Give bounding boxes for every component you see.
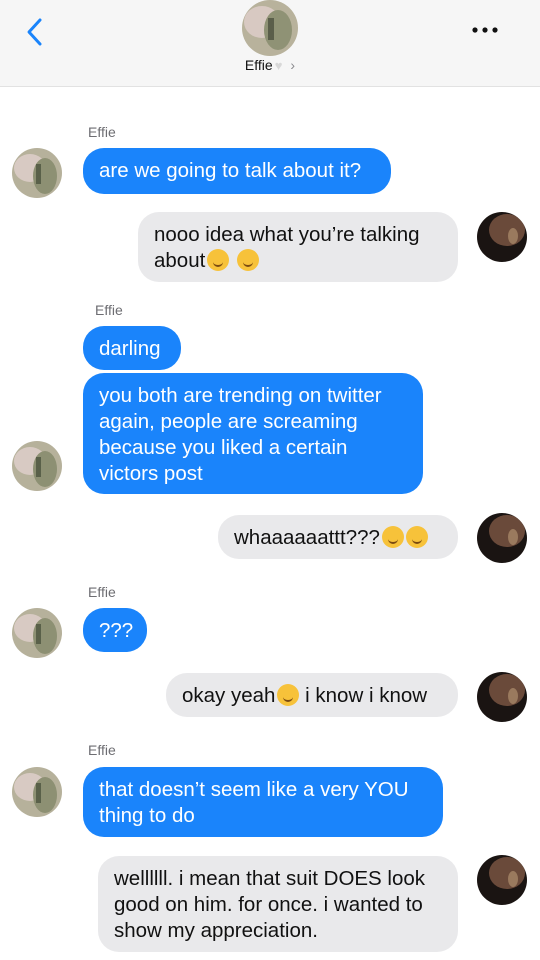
message-text: nooo idea what you’re talking about (154, 223, 420, 272)
effie-avatar[interactable] (12, 608, 62, 658)
message-bubble[interactable]: nooo idea what you’re talking about (138, 212, 458, 282)
chevron-right-icon: › (290, 57, 296, 73)
conversation-header: Effie ♥ › (0, 0, 540, 87)
sender-name: Effie (95, 302, 123, 318)
my-avatar[interactable] (477, 513, 527, 563)
my-avatar[interactable] (477, 855, 527, 905)
chevron-left-icon[interactable] (22, 16, 46, 48)
sender-name: Effie (88, 742, 116, 758)
sender-name: Effie (88, 124, 116, 140)
contact-avatar[interactable] (242, 0, 298, 56)
my-avatar[interactable] (477, 212, 527, 262)
effie-avatar[interactable] (12, 441, 62, 491)
effie-avatar[interactable] (12, 148, 62, 198)
laughing-face-emoji-icon (381, 526, 404, 548)
message-bubble[interactable]: wellllll. i mean that suit DOES look goo… (98, 856, 458, 952)
message-bubble[interactable]: are we going to talk about it? (83, 148, 391, 194)
message-bubble[interactable]: whaaaaaattt??? (218, 515, 458, 559)
heart-icon: ♥ (274, 58, 283, 73)
smiling-face-emoji-icon (237, 249, 260, 271)
message-text-a: okay yeah (182, 684, 276, 707)
message-text: whaaaaaattt??? (234, 526, 380, 549)
message-bubble[interactable]: you both are trending on twitter again, … (83, 373, 423, 494)
laughing-face-emoji-icon (405, 526, 428, 548)
message-bubble[interactable]: okay yeah i know i know (166, 673, 458, 717)
more-dots-icon[interactable] (470, 22, 500, 38)
my-avatar[interactable] (477, 672, 527, 722)
contact-name: Effie (244, 57, 273, 73)
message-bubble[interactable]: darling (83, 326, 181, 370)
message-bubble[interactable]: that doesn’t seem like a very YOU thing … (83, 767, 443, 837)
smiling-face-emoji-icon (207, 249, 230, 271)
crying-face-emoji-icon (277, 684, 300, 706)
effie-avatar[interactable] (12, 767, 62, 817)
message-bubble[interactable]: ??? (83, 608, 147, 652)
contact-name-row[interactable]: Effie ♥ › (0, 57, 540, 73)
message-text-b: i know i know (299, 684, 428, 707)
sender-name: Effie (88, 584, 116, 600)
